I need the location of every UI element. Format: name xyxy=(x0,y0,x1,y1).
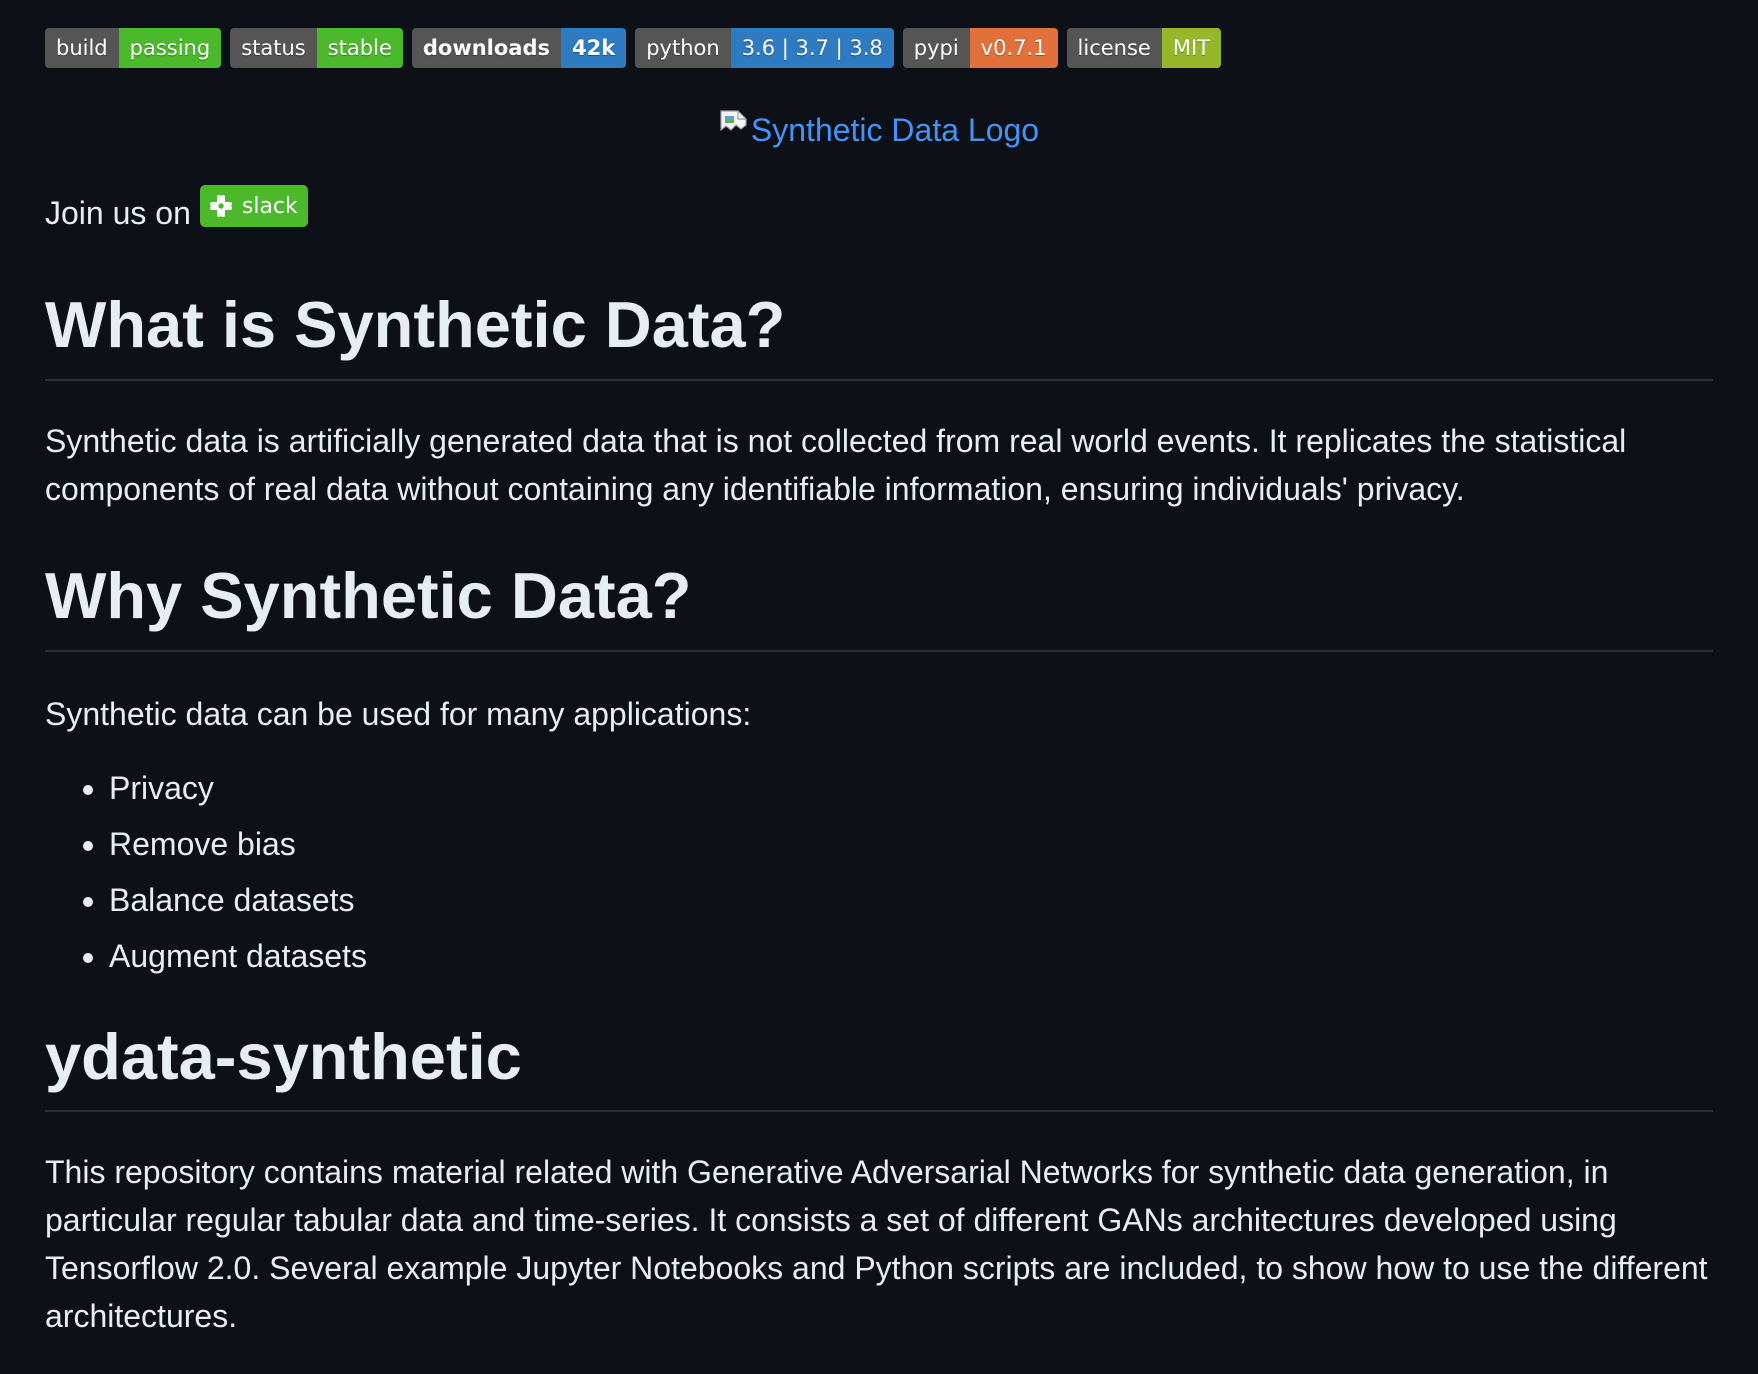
list-item: Augment datasets xyxy=(109,936,1713,976)
what-heading-block: What is Synthetic Data? xyxy=(45,288,1713,381)
badge-label: downloads xyxy=(411,28,562,68)
list-item: Balance datasets xyxy=(109,880,1713,920)
ydata-heading-block: ydata-synthetic xyxy=(45,1020,1713,1113)
list-item: Remove bias xyxy=(109,824,1713,864)
what-paragraph: Synthetic data is artificially generated… xyxy=(45,422,1627,507)
logo-row: Synthetic Data Logo xyxy=(45,110,1713,154)
why-intro: Synthetic data can be used for many appl… xyxy=(45,695,752,732)
join-row: Join us on slack xyxy=(45,184,1713,232)
join-text: Join us on xyxy=(45,195,191,231)
downloads-badge[interactable]: downloads 42k xyxy=(411,28,627,68)
badge-value: passing xyxy=(118,28,222,68)
applications-list: Privacy Remove bias Balance datasets Aug… xyxy=(45,768,1713,976)
badge-label: pypi xyxy=(902,28,970,68)
logo-alt-text: Synthetic Data Logo xyxy=(750,112,1040,148)
slack-badge[interactable]: slack xyxy=(199,185,308,227)
what-heading: What is Synthetic Data? xyxy=(45,288,786,361)
badge-value: 3.6 | 3.7 | 3.8 xyxy=(730,28,894,68)
why-heading-block: Why Synthetic Data? xyxy=(45,559,1713,652)
license-badge[interactable]: license MIT xyxy=(1066,28,1221,68)
status-badge[interactable]: status stable xyxy=(230,28,403,68)
badge-label: status xyxy=(230,28,317,68)
slack-icon xyxy=(209,195,232,217)
badge-value: MIT xyxy=(1161,28,1221,68)
badge-label: python xyxy=(635,28,731,68)
ydata-heading: ydata-synthetic xyxy=(45,1019,522,1093)
badge-value: stable xyxy=(316,28,403,68)
slack-label: slack xyxy=(241,193,298,219)
badge-value: v0.7.1 xyxy=(969,28,1058,68)
badge-label: license xyxy=(1066,28,1162,68)
ydata-paragraph: This repository contains material relate… xyxy=(45,1154,1708,1335)
build-badge[interactable]: build passing xyxy=(45,28,222,68)
broken-image-icon xyxy=(719,110,749,142)
logo-link[interactable]: Synthetic Data Logo xyxy=(719,110,1039,150)
badge-label: build xyxy=(45,28,119,68)
pypi-badge[interactable]: pypi v0.7.1 xyxy=(902,28,1058,68)
badge-row: build passing status stable downloads 42… xyxy=(45,28,1713,68)
list-item: Privacy xyxy=(109,768,1713,808)
readme-page: build passing status stable downloads 42… xyxy=(0,0,1758,1340)
why-heading: Why Synthetic Data? xyxy=(45,558,692,632)
python-badge[interactable]: python 3.6 | 3.7 | 3.8 xyxy=(635,28,894,68)
badge-value: 42k xyxy=(561,28,627,68)
